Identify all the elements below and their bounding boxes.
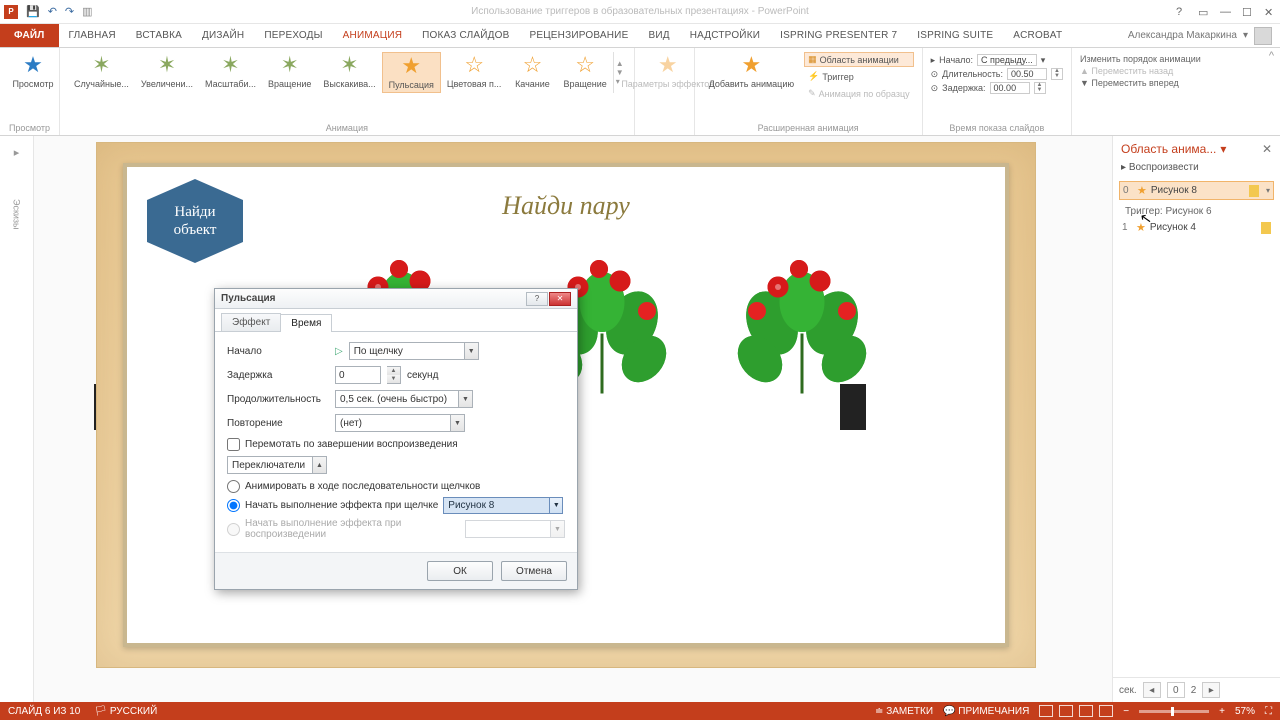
ok-button[interactable]: ОК — [427, 561, 493, 581]
add-animation-button[interactable]: ★ Добавить анимацию — [703, 52, 800, 101]
zoom-slider[interactable] — [1139, 710, 1209, 713]
animation-pane-dropdown-icon[interactable]: ▾ — [1220, 142, 1226, 156]
start-combo[interactable]: По щелчку▼ — [349, 342, 479, 360]
help-icon[interactable]: ? — [1176, 6, 1188, 18]
animation-play-button[interactable]: ▸ Воспроизвести — [1113, 158, 1280, 177]
timeline-prev-icon[interactable]: ◂ — [1143, 682, 1161, 698]
tab-animations[interactable]: АНИМАЦИЯ — [333, 24, 413, 47]
tab-isuite[interactable]: iSpring Suite — [907, 24, 1003, 47]
tab-design[interactable]: ДИЗАЙН — [192, 24, 254, 47]
tab-slideshow[interactable]: ПОКАЗ СЛАЙДОВ — [412, 24, 519, 47]
expand-thumbs-icon[interactable]: ▸ — [14, 146, 20, 159]
trigger-target-combo[interactable]: Рисунок 8▼ — [443, 497, 563, 514]
dialog-help-icon[interactable]: ? — [526, 292, 548, 306]
timeline-next-icon[interactable]: ▸ — [1202, 682, 1220, 698]
plant-6[interactable] — [727, 251, 877, 401]
slide-counter[interactable]: СЛАЙД 6 ИЗ 10 — [8, 706, 80, 717]
maximize-icon[interactable]: ☐ — [1242, 6, 1254, 18]
animation-pane-toggle[interactable]: ▦Область анимации — [804, 52, 914, 67]
fit-to-window-icon[interactable]: ⛶ — [1265, 706, 1272, 717]
animation-pane: Область анима... ▾ ✕ ▸ Воспроизвести 0★Р… — [1112, 136, 1280, 702]
ribbon: ★ Просмотр Просмотр ✶Случайные... ✶Увели… — [0, 48, 1280, 136]
move-earlier[interactable]: ▲ Переместить назад — [1080, 66, 1201, 76]
ribbon-tabs: ФАЙЛ ГЛАВНАЯ ВСТАВКА ДИЗАЙН ПЕРЕХОДЫ АНИ… — [0, 24, 1280, 48]
cancel-button[interactable]: Отмена — [501, 561, 567, 581]
move-later[interactable]: ▼ Переместить вперед — [1080, 78, 1201, 88]
tab-ispring[interactable]: ISPRING PRESENTER 7 — [770, 24, 907, 47]
timeline-pos: 0 — [1167, 682, 1185, 698]
animation-pulse-selected: ★Пульсация — [382, 52, 441, 93]
group-advanced: Расширенная анимация — [703, 121, 914, 133]
tab-home[interactable]: ГЛАВНАЯ — [59, 24, 126, 47]
group-animation: Анимация — [68, 121, 626, 133]
comments-button[interactable]: 💬 ПРИМЕЧАНИЯ — [943, 706, 1029, 717]
view-mode-icons[interactable] — [1039, 705, 1113, 717]
trigger-sequence-radio[interactable]: Анимировать в ходе последовательности ще… — [227, 480, 565, 493]
tab-file[interactable]: ФАЙЛ — [0, 24, 59, 47]
preview-button[interactable]: ★ Просмотр — [8, 52, 58, 91]
effect-options-button[interactable]: ★ Параметры эффектов — [643, 52, 693, 91]
language-indicator[interactable]: 🏳 РУССКИЙ — [94, 706, 157, 717]
slide-thumbnails[interactable]: ▸ Эскизы — [0, 136, 34, 702]
animation-gallery[interactable]: ✶Случайные... ✶Увеличени... ✶Масштаби...… — [68, 52, 626, 93]
ribbon-options-icon[interactable]: ▭ — [1198, 6, 1210, 18]
window-title: Использование триггеров в образовательны… — [471, 6, 809, 17]
rewind-checkbox[interactable]: Перемотать по завершении воспроизведения — [227, 438, 565, 451]
collapse-ribbon-icon[interactable]: ^ — [1263, 48, 1280, 135]
avatar — [1254, 27, 1272, 45]
repeat-combo[interactable]: (нет)▼ — [335, 414, 465, 432]
duration-combo[interactable]: 0,5 сек. (очень быстро)▼ — [335, 390, 473, 408]
group-preview: Просмотр — [8, 121, 51, 133]
zoom-in-icon[interactable]: + — [1219, 706, 1225, 717]
zoom-out-icon[interactable]: − — [1123, 706, 1129, 717]
titlebar: P 💾 ↶ ↷ ▥ Использование триггеров в обра… — [0, 0, 1280, 24]
close-icon[interactable]: ✕ — [1264, 6, 1276, 18]
tab-insert[interactable]: ВСТАВКА — [126, 24, 192, 47]
zoom-value[interactable]: 57% — [1235, 706, 1255, 717]
effect-options-dialog: Пульсация ? ✕ Эффект Время Начало ▷ По щ… — [214, 288, 578, 590]
start-slideshow-icon[interactable]: ▥ — [82, 5, 92, 18]
minimize-icon[interactable]: — — [1220, 6, 1232, 18]
tab-acrobat[interactable]: ACROBAT — [1003, 24, 1072, 47]
dialog-tab-effect[interactable]: Эффект — [221, 313, 281, 331]
delay-spinner[interactable]: ▲▼ — [387, 366, 401, 384]
animation-pane-footer: сек. ◂ 0 2 ▸ — [1113, 677, 1280, 702]
animation-painter-button[interactable]: ✎Анимация по образцу — [804, 86, 914, 101]
statusbar: СЛАЙД 6 ИЗ 10 🏳 РУССКИЙ ≐ ЗАМЕТКИ 💬 ПРИМ… — [0, 702, 1280, 720]
slide-title[interactable]: Найди пару — [127, 191, 1005, 221]
trigger-onclick-radio[interactable]: Начать выполнение эффекта при щелчке Рис… — [227, 497, 565, 514]
animation-pane-close-icon[interactable]: ✕ — [1262, 142, 1272, 156]
timing-delay[interactable]: ⊙ Задержка:00.00▲▼ — [931, 82, 1063, 94]
gallery-down-icon[interactable]: ▼ — [616, 68, 624, 77]
quick-access-toolbar: P 💾 ↶ ↷ ▥ — [4, 5, 93, 19]
group-timing: Время показа слайдов — [931, 121, 1063, 133]
trigger-onplay-radio: Начать выполнение эффекта при воспроизве… — [227, 518, 565, 540]
tab-view[interactable]: ВИД — [638, 24, 679, 47]
save-icon[interactable]: 💾 — [26, 5, 40, 18]
gallery-up-icon[interactable]: ▲ — [616, 59, 624, 68]
animation-item-1[interactable]: 0★Рисунок 8▾ — [1119, 181, 1274, 200]
slide-handle-right — [840, 384, 866, 430]
timing-start[interactable]: ▸ Начало:С предыду...▾ — [931, 54, 1063, 66]
tab-transitions[interactable]: ПЕРЕХОДЫ — [254, 24, 332, 47]
animation-item-2[interactable]: 1★Рисунок 4 — [1119, 219, 1274, 236]
user-area[interactable]: Александра Макаркина ▾ — [1120, 24, 1280, 47]
trigger-button[interactable]: ⚡Триггер — [804, 69, 914, 84]
redo-icon[interactable]: ↷ — [65, 5, 74, 18]
tab-addins[interactable]: НАДСТРОЙКИ — [680, 24, 770, 47]
dialog-titlebar[interactable]: Пульсация ? ✕ — [215, 289, 577, 309]
tab-review[interactable]: РЕЦЕНЗИРОВАНИЕ — [519, 24, 638, 47]
trigger-group-label: Триггер: Рисунок 6 — [1119, 202, 1274, 219]
reorder-title: Изменить порядок анимации — [1080, 54, 1201, 64]
animation-pane-title: Область анима... — [1121, 142, 1216, 156]
user-name: Александра Макаркина — [1128, 30, 1237, 41]
notes-button[interactable]: ≐ ЗАМЕТКИ — [875, 706, 933, 717]
app-icon: P — [4, 5, 18, 19]
delay-input[interactable]: 0 — [335, 366, 381, 384]
dialog-close-icon[interactable]: ✕ — [549, 292, 571, 306]
triggers-toggle[interactable]: Переключатели▲ — [227, 456, 327, 474]
timing-duration[interactable]: ⊙ Длительность:00.50▲▼ — [931, 68, 1063, 80]
dialog-tab-timing[interactable]: Время — [280, 314, 332, 332]
undo-icon[interactable]: ↶ — [48, 5, 57, 18]
